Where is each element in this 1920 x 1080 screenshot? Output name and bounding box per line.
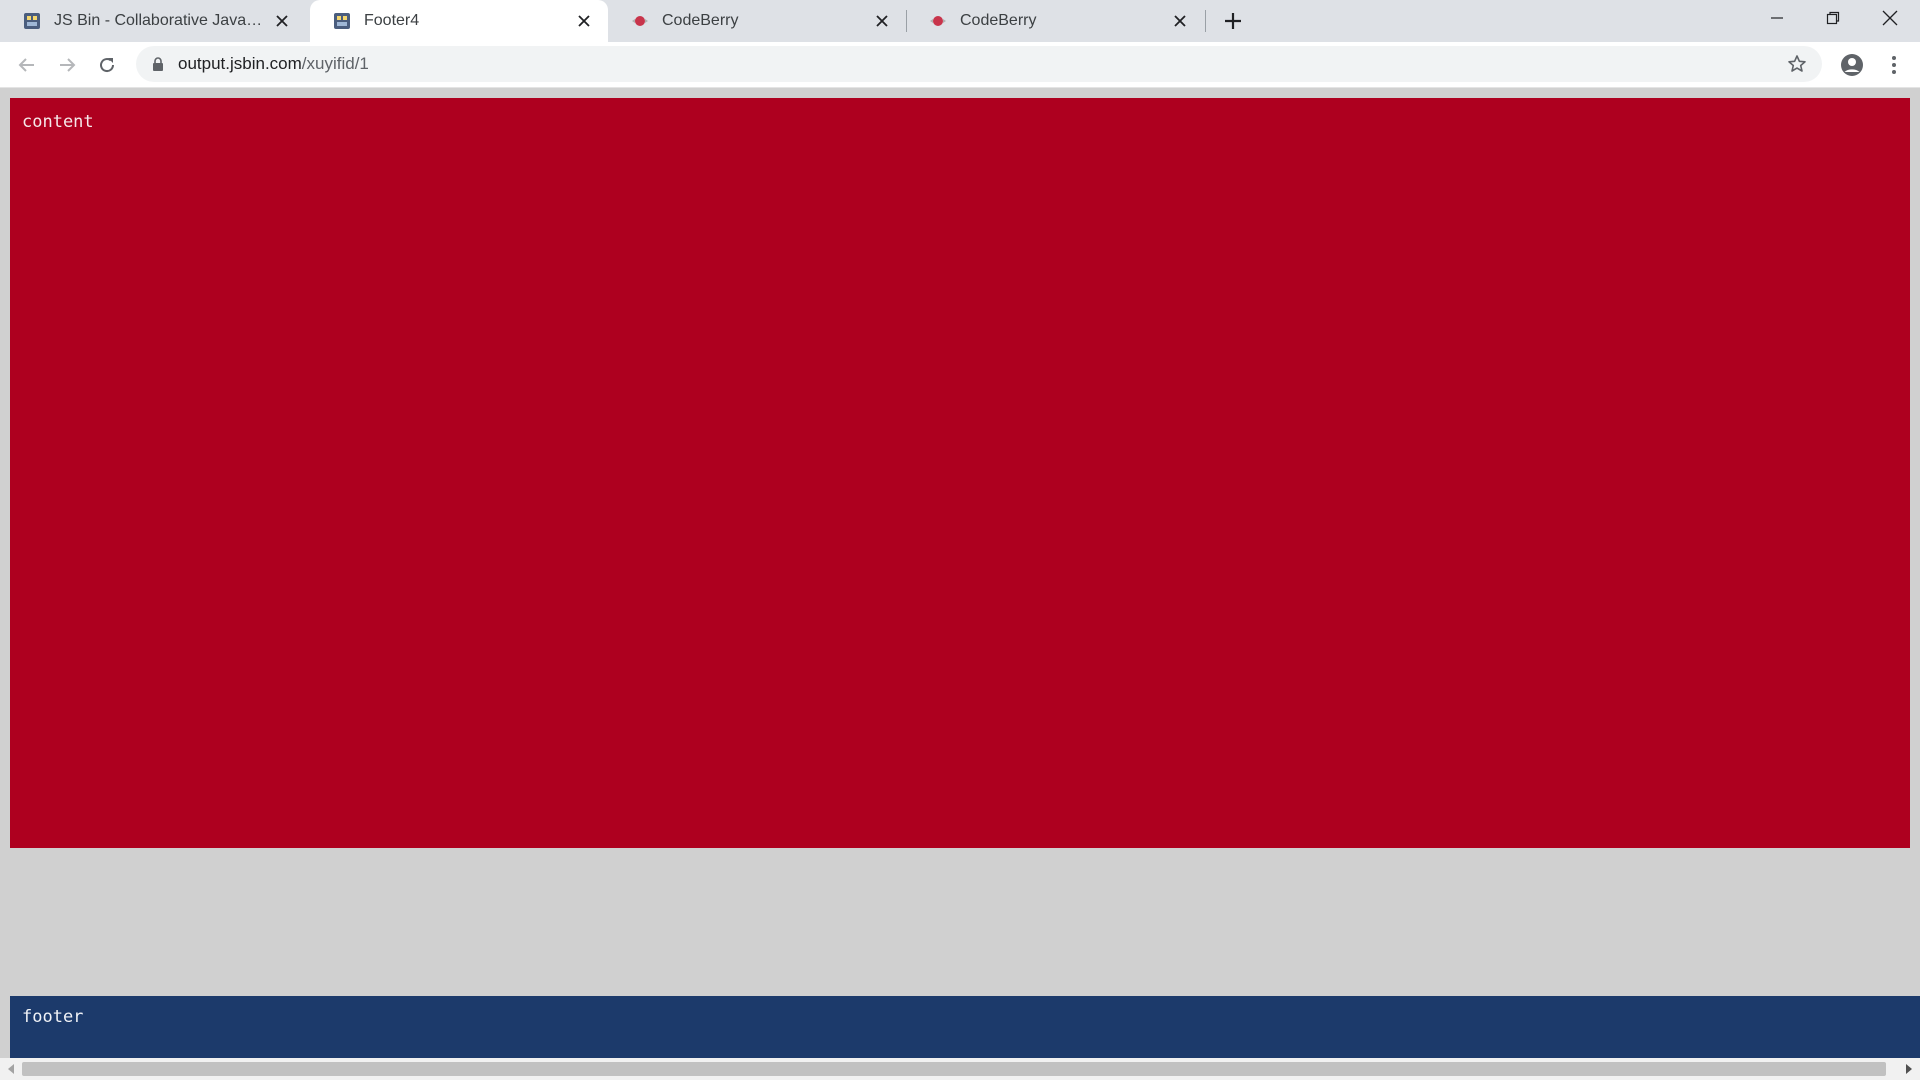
- tab-strip: JS Bin - Collaborative JavaScript Debugg…: [0, 0, 1920, 42]
- reload-button[interactable]: [93, 51, 121, 79]
- content-text: content: [22, 112, 94, 132]
- bookmark-star-icon[interactable]: [1786, 53, 1808, 75]
- account-icon: [1841, 54, 1863, 76]
- codeberry-favicon-icon: [928, 11, 948, 31]
- tab-codeberry-1[interactable]: CodeBerry: [608, 0, 906, 42]
- reload-icon: [100, 58, 115, 73]
- lock-icon: [150, 56, 166, 72]
- menu-button[interactable]: [1880, 51, 1908, 79]
- tab-title: CodeBerry: [960, 12, 1037, 29]
- tab-title: Footer4: [364, 12, 420, 29]
- browser-toolbar: output.jsbin.com/xuyifid/1: [0, 42, 1920, 88]
- horizontal-scrollbar[interactable]: [0, 1058, 1920, 1080]
- close-window-button[interactable]: [1862, 0, 1918, 36]
- close-tab-icon[interactable]: [1168, 9, 1192, 33]
- tab-jsbin[interactable]: JS Bin - Collaborative JavaScript Debugg…: [0, 0, 306, 42]
- plus-icon: [1225, 13, 1241, 29]
- scroll-left-icon[interactable]: [3, 1061, 19, 1077]
- restore-icon: [1826, 11, 1840, 25]
- close-tab-icon[interactable]: [870, 9, 894, 33]
- url-text: output.jsbin.com/xuyifid/1: [178, 54, 369, 74]
- tab-title: JS Bin - Collaborative JavaScript Debugg…: [54, 12, 270, 29]
- forward-button[interactable]: [53, 51, 81, 79]
- tab-codeberry-2[interactable]: CodeBerry: [906, 0, 1204, 42]
- minimize-icon: [1771, 17, 1783, 19]
- jsbin-favicon-icon: [332, 11, 352, 31]
- forward-arrow-icon: [60, 58, 76, 72]
- footer-text: footer: [22, 1007, 84, 1027]
- new-tab-button[interactable]: [1219, 7, 1247, 35]
- close-icon: [1882, 10, 1898, 26]
- minimize-button[interactable]: [1749, 0, 1805, 36]
- tab-separator: [1205, 10, 1206, 32]
- restore-button[interactable]: [1805, 0, 1861, 36]
- footer-section: footer: [10, 996, 1920, 1058]
- tab-title: CodeBerry: [662, 12, 739, 29]
- address-bar[interactable]: output.jsbin.com/xuyifid/1: [136, 46, 1822, 82]
- back-button[interactable]: [13, 51, 41, 79]
- back-arrow-icon: [18, 58, 34, 72]
- page-viewport: content footer: [0, 88, 1920, 1080]
- content-section: content: [10, 98, 1910, 848]
- codeberry-favicon-icon: [630, 11, 650, 31]
- scroll-right-icon[interactable]: [1901, 1061, 1917, 1077]
- more-vertical-icon: [1892, 56, 1896, 74]
- tab-footer4[interactable]: Footer4: [310, 0, 608, 42]
- close-tab-icon[interactable]: [270, 9, 294, 33]
- jsbin-favicon-icon: [22, 11, 42, 31]
- url-host: output.jsbin.com: [178, 54, 302, 73]
- scrollbar-thumb[interactable]: [22, 1062, 1886, 1076]
- profile-button[interactable]: [1838, 51, 1866, 79]
- close-tab-icon[interactable]: [572, 9, 596, 33]
- url-path: /xuyifid/1: [301, 54, 369, 73]
